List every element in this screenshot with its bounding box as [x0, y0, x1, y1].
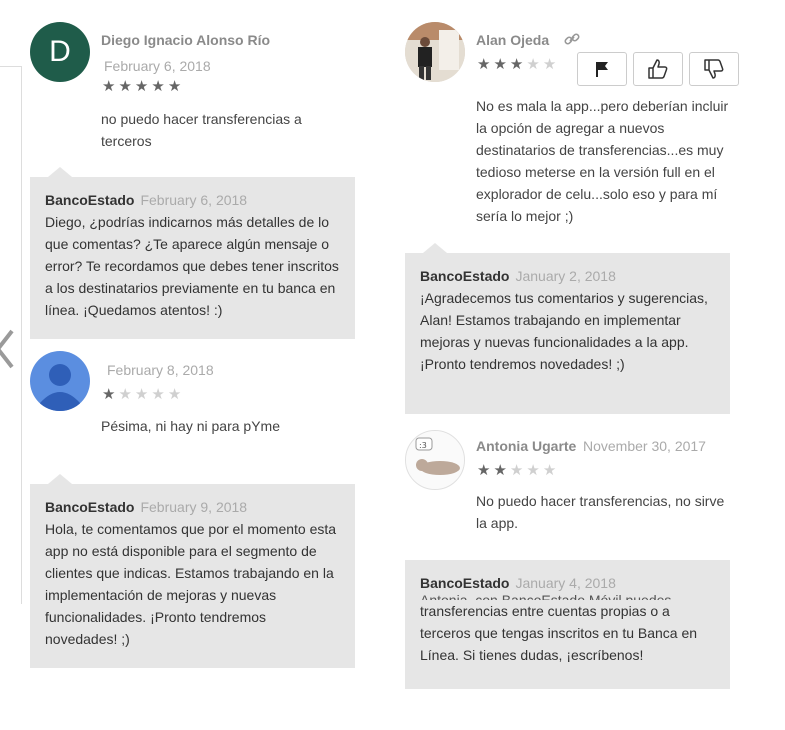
- user-photo: [405, 22, 465, 82]
- review-author: Alan Ojeda: [476, 32, 550, 48]
- avatar: D: [30, 22, 90, 82]
- star-icon: ★: [493, 56, 510, 73]
- review-date: November 30, 2017: [583, 438, 706, 454]
- star-icon: ★: [134, 386, 152, 403]
- thumbs-down-icon: [704, 59, 724, 79]
- reply-author: BancoEstado: [420, 268, 510, 284]
- star-icon: ★: [102, 386, 119, 403]
- reply-date: February 6, 2018: [140, 192, 248, 208]
- review-text: No es mala la app...pero deberían inclui…: [476, 98, 729, 224]
- review-card: D Diego Ignacio Alonso Río February 6, 2…: [30, 22, 360, 339]
- star-rating: ★★★★★: [102, 79, 184, 94]
- avatar: :3: [405, 430, 465, 490]
- star-icon: ★: [526, 462, 543, 479]
- star-icon: ★: [167, 386, 185, 403]
- reply-author: BancoEstado: [45, 192, 135, 208]
- reply-date: January 4, 2018: [515, 575, 616, 591]
- reply-text: Diego, ¿podrías indicarnos más detalles …: [45, 214, 339, 318]
- reply-text: Hola, te comentamos que por el momento e…: [45, 521, 337, 647]
- review-author: Antonia Ugarte: [476, 438, 577, 454]
- star-icon: ★: [542, 462, 560, 479]
- star-icon: ★: [151, 78, 168, 95]
- review-date: February 8, 2018: [107, 362, 214, 378]
- star-rating: ★★★★★: [102, 387, 184, 402]
- default-user-icon: [40, 364, 80, 411]
- star-icon: ★: [102, 78, 119, 95]
- star-icon: ★: [118, 78, 135, 95]
- reply-author: BancoEstado: [420, 575, 510, 591]
- developer-reply: BancoEstado February 6, 2018 Diego, ¿podr…: [30, 167, 355, 339]
- helpful-button[interactable]: [633, 52, 683, 86]
- star-icon: ★: [526, 56, 543, 73]
- star-icon: ★: [509, 56, 527, 73]
- flag-icon: [596, 62, 608, 77]
- reply-date: February 9, 2018: [140, 499, 248, 515]
- link-icon: [564, 33, 580, 45]
- star-rating: ★★★★★: [477, 57, 559, 72]
- unhelpful-button[interactable]: [689, 52, 739, 86]
- star-icon: ★: [167, 78, 185, 95]
- star-icon: ★: [477, 462, 494, 479]
- review-text: Pésima, ni hay ni para pYme: [101, 418, 280, 434]
- avatar-letter: D: [49, 35, 71, 68]
- review-date: February 6, 2018: [104, 58, 211, 74]
- star-rating: ★★★★★: [477, 463, 559, 478]
- thumbs-up-icon: [648, 59, 668, 79]
- chevron-left-icon[interactable]: [0, 327, 26, 371]
- reviews-left-column: D Diego Ignacio Alonso Río February 6, 2…: [30, 22, 360, 668]
- review-card: Alan Ojeda ★★★★★ No es mala la app...per…: [405, 22, 739, 422]
- avatar: [405, 22, 465, 82]
- star-icon: ★: [477, 56, 494, 73]
- developer-reply: BancoEstado January 2, 2018 ¡Agradecemos …: [405, 243, 730, 414]
- star-icon: ★: [493, 462, 510, 479]
- reply-text: transferencias entre cuentas propias o a…: [420, 603, 698, 663]
- reply-text: ¡Agradecemos tus comentarios y sugerenci…: [420, 290, 708, 372]
- star-icon: ★: [134, 78, 152, 95]
- avatar: [30, 351, 90, 411]
- review-text: no puedo hacer transferencias a terceros: [101, 111, 302, 149]
- review-author: Diego Ignacio Alonso Río: [101, 32, 271, 48]
- star-icon: ★: [118, 386, 135, 403]
- reviews-right-column: Alan Ojeda ★★★★★ No es mala la app...per…: [405, 22, 739, 689]
- star-icon: ★: [509, 462, 527, 479]
- reply-author: BancoEstado: [45, 499, 135, 515]
- developer-reply: BancoEstado January 4, 2018 Antonia, con …: [405, 560, 730, 689]
- flag-button[interactable]: [577, 52, 627, 86]
- review-text: No puedo hacer transferencias, no sirve …: [476, 493, 725, 531]
- reply-date: January 2, 2018: [515, 268, 616, 284]
- svg-text::3: :3: [419, 441, 427, 450]
- developer-reply: BancoEstado February 9, 2018 Hola, te com…: [30, 474, 355, 668]
- star-icon: ★: [542, 56, 560, 73]
- reply-text-cut: Antonia, con BancoEstado Móvil puedes re…: [420, 592, 672, 600]
- cat-sticker-icon: :3: [406, 431, 464, 489]
- star-icon: ★: [151, 386, 168, 403]
